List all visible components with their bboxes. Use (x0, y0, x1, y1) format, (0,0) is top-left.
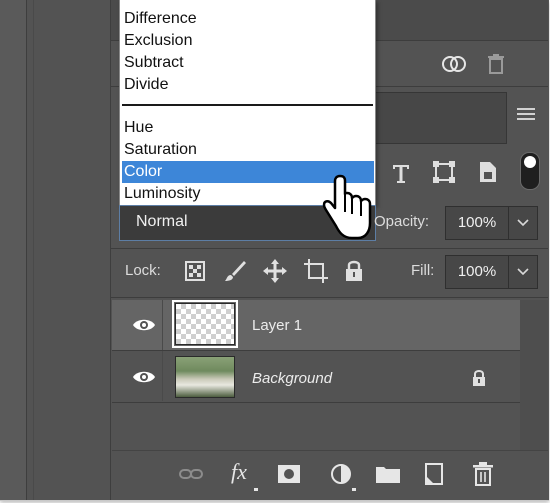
mask-icon[interactable] (277, 463, 301, 485)
menu-item-subtract[interactable]: Subtract (124, 52, 184, 74)
adjustment-menu-indicator (352, 488, 356, 491)
lock-label: Lock: (125, 262, 161, 279)
filter-field[interactable] (375, 92, 507, 144)
left-dock-strip (0, 0, 27, 500)
new-layer-icon[interactable] (423, 462, 445, 486)
fill-label: Fill: (411, 262, 435, 279)
fx-menu-indicator (254, 488, 258, 491)
menu-item-hue[interactable]: Hue (124, 117, 153, 139)
layer-thumbnail (172, 300, 238, 348)
type-filter-icon[interactable] (391, 162, 411, 184)
chevron-down-icon (517, 268, 529, 276)
layer-name[interactable]: Layer 1 (252, 317, 302, 334)
menu-item-luminosity[interactable]: Luminosity (124, 183, 200, 205)
lock-all-icon[interactable] (344, 258, 364, 284)
chevron-down-icon (517, 219, 529, 227)
trash-icon[interactable] (472, 461, 494, 487)
link-icon[interactable] (178, 465, 204, 483)
panel-divider (111, 297, 548, 298)
visibility-eye-icon[interactable] (132, 317, 156, 333)
adjustment-icon[interactable] (329, 462, 353, 486)
opacity-input[interactable]: 100% (445, 206, 509, 240)
panel-menu-icon[interactable] (517, 108, 535, 120)
fill-input[interactable]: 100% (445, 255, 509, 289)
dock-divider (33, 0, 34, 500)
layers-scrollbar[interactable] (520, 300, 548, 450)
delete-icon[interactable] (486, 52, 506, 76)
menu-item-difference[interactable]: Difference (124, 8, 197, 30)
layer-lock-icon (473, 370, 485, 386)
layer-name[interactable]: Background (252, 370, 332, 387)
lock-transparent-pixels-icon[interactable] (185, 261, 205, 281)
layer-row-layer-1[interactable]: Layer 1 (112, 300, 520, 350)
opacity-label: Opacity: (374, 213, 430, 230)
hand-cursor-icon (322, 174, 372, 240)
lock-image-pixels-icon[interactable] (223, 259, 247, 283)
menu-item-exclusion[interactable]: Exclusion (124, 30, 192, 52)
folder-icon[interactable] (375, 463, 401, 485)
fill-dropdown[interactable] (509, 255, 538, 289)
link-layers-icon[interactable] (440, 52, 470, 76)
fx-icon[interactable]: fx (231, 459, 247, 485)
opacity-dropdown[interactable] (509, 206, 538, 240)
blend-mode-value: Normal (136, 213, 188, 230)
visibility-eye-icon[interactable] (132, 369, 156, 385)
prevent-auto-nesting-icon[interactable] (303, 258, 329, 284)
shape-filter-icon[interactable] (432, 160, 456, 184)
panel-divider (111, 248, 548, 249)
layer-thumbnail (175, 356, 235, 398)
layer-row-background[interactable]: Background (112, 351, 520, 401)
smart-object-filter-icon[interactable] (477, 160, 499, 184)
menu-item-saturation[interactable]: Saturation (124, 139, 197, 161)
lock-position-icon[interactable] (262, 258, 288, 284)
row-divider (112, 402, 520, 403)
menu-divider (122, 104, 373, 106)
menu-item-divide[interactable]: Divide (124, 74, 168, 96)
filter-toggle[interactable] (520, 152, 540, 190)
